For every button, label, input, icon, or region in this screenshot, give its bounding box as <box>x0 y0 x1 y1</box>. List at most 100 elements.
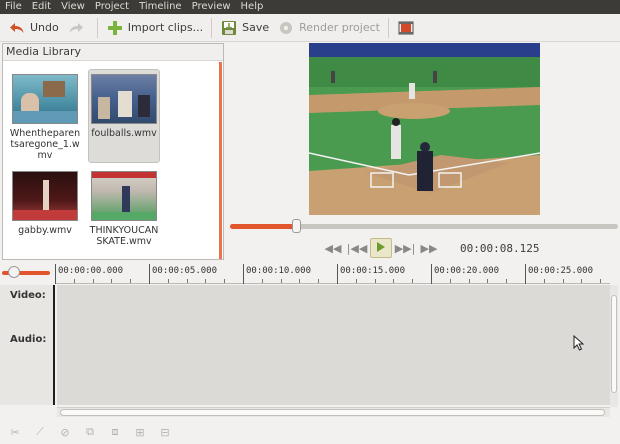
video-preview <box>309 43 540 215</box>
menu-project[interactable]: Project <box>90 0 134 14</box>
playback-progress-bar[interactable] <box>230 219 618 233</box>
transport-controls: ◀◀ |◀◀ ▶▶| ▶▶ 00:00:08.125 <box>322 238 539 258</box>
previous-frame-button[interactable]: |◀◀ <box>346 238 368 258</box>
rewind-button[interactable]: ◀◀ <box>322 238 344 258</box>
clip-item-selected[interactable]: foulballs.wmv <box>88 69 160 163</box>
redo-icon <box>67 19 85 37</box>
fast-forward-icon: ▶▶ <box>420 241 438 255</box>
undo-button[interactable]: Undo <box>4 16 63 40</box>
playback-progress-handle[interactable] <box>291 219 301 233</box>
ruler-minor-tick <box>261 279 263 283</box>
split-tool-button[interactable]: ✂ <box>4 424 26 440</box>
ruler-minor-tick <box>318 279 320 283</box>
ruler-minor-tick <box>186 279 188 283</box>
menu-timeline[interactable]: Timeline <box>134 0 187 14</box>
undo-icon <box>8 19 26 37</box>
audio-track-label: Audio: <box>10 334 47 345</box>
render-project-label: Render project <box>299 21 380 34</box>
timeline-track-area[interactable] <box>57 285 610 405</box>
unlink-button[interactable]: ⧉ <box>79 424 101 440</box>
group-button[interactable]: ⊞ <box>129 424 151 440</box>
no-entry-icon: ⊘ <box>60 425 70 439</box>
timeline-horizontal-scrollbar[interactable] <box>57 407 610 417</box>
delete-button[interactable]: ⊘ <box>54 424 76 440</box>
menu-edit[interactable]: Edit <box>27 0 56 14</box>
playback-progress-fill <box>230 224 296 229</box>
clip-item[interactable]: THINKYOUCANSKATE.wmv <box>88 171 160 247</box>
mouse-pointer-icon <box>573 334 585 354</box>
ruler-minor-tick <box>111 279 113 283</box>
razor-tool-button[interactable]: ⟋ <box>29 424 51 440</box>
clip-thumbnail <box>91 171 157 221</box>
ruler-tick-label: 00:00:05.000 <box>152 266 218 276</box>
library-scroll-indicator <box>219 62 222 259</box>
toolbar-separator <box>96 17 98 38</box>
razor-icon: ⟋ <box>36 425 44 438</box>
ruler-minor-tick <box>487 279 489 283</box>
ruler-minor-tick <box>543 279 545 283</box>
ruler-minor-tick <box>205 279 207 283</box>
import-clips-button[interactable]: Import clips... <box>102 16 207 40</box>
play-button[interactable] <box>370 238 392 258</box>
group-icon: ⊞ <box>135 425 145 439</box>
clip-thumbnail <box>12 74 78 124</box>
plus-icon <box>106 19 124 37</box>
ruler-minor-tick <box>600 279 602 283</box>
render-project-button[interactable]: Render project <box>273 16 384 40</box>
fast-forward-button[interactable]: ▶▶ <box>418 238 440 258</box>
clip-item[interactable]: Whentheparentsaregone_1.wmv <box>9 74 81 161</box>
timeline-ruler[interactable]: 00:00:00.000 00:00:05.000 00:00:10.000 0… <box>55 264 610 284</box>
skip-back-icon: |◀◀ <box>346 241 368 255</box>
ruler-tick: 00:00:05.000 <box>149 264 217 284</box>
menu-view[interactable]: View <box>56 0 90 14</box>
save-icon <box>220 19 238 37</box>
scrollbar-thumb[interactable] <box>611 295 617 393</box>
clip-thumbnail <box>12 171 78 221</box>
ruler-minor-tick <box>393 279 395 283</box>
ruler-tick-label: 00:00:00.000 <box>58 266 124 276</box>
ruler-tick: 00:00:10.000 <box>243 264 311 284</box>
skip-forward-icon: ▶▶| <box>394 241 416 255</box>
next-frame-button[interactable]: ▶▶| <box>394 238 416 258</box>
play-icon <box>376 241 386 256</box>
save-button[interactable]: Save <box>216 16 273 40</box>
fullscreen-button[interactable] <box>393 16 423 40</box>
ruler-minor-tick <box>92 279 94 283</box>
rewind-icon: ◀◀ <box>324 241 342 255</box>
clip-item[interactable]: gabby.wmv <box>9 171 81 236</box>
zoom-slider-handle[interactable] <box>8 266 20 278</box>
ungroup-button[interactable]: ⊟ <box>154 424 176 440</box>
menubar: File Edit View Project Timeline Preview … <box>0 0 620 14</box>
ruler-minor-tick <box>355 279 357 283</box>
clip-name: THINKYOUCANSKATE.wmv <box>89 225 159 247</box>
ruler-minor-tick <box>562 279 564 283</box>
ruler-minor-tick <box>412 279 414 283</box>
ruler-minor-tick <box>581 279 583 283</box>
ruler-minor-tick <box>130 279 132 283</box>
toolbar: Undo Import clips... Save Render project <box>0 14 620 42</box>
menu-file[interactable]: File <box>0 0 27 14</box>
ruler-tick: 00:00:00.000 <box>55 264 123 284</box>
media-library-title: Media Library <box>3 44 223 61</box>
ruler-tick-label: 00:00:25.000 <box>528 266 594 276</box>
render-icon <box>277 19 295 37</box>
undo-label: Undo <box>30 21 59 34</box>
scrollbar-thumb[interactable] <box>60 409 605 416</box>
ungroup-icon: ⊟ <box>160 425 170 439</box>
menu-preview[interactable]: Preview <box>187 0 236 14</box>
clip-thumbnail <box>91 74 157 124</box>
timeline-vertical-scrollbar[interactable] <box>610 285 618 407</box>
menu-help[interactable]: Help <box>236 0 269 14</box>
redo-button[interactable] <box>63 16 93 40</box>
timecode-display: 00:00:08.125 <box>460 241 540 255</box>
toolbar-separator <box>211 17 213 38</box>
clip-name: foulballs.wmv <box>91 128 157 139</box>
link-button[interactable]: ⧈ <box>104 424 126 440</box>
ruler-minor-tick <box>299 279 301 283</box>
ruler-minor-tick <box>506 279 508 283</box>
ruler-tick-label: 00:00:15.000 <box>340 266 406 276</box>
timeline-zoom-slider[interactable] <box>2 266 50 278</box>
ruler-minor-tick <box>374 279 376 283</box>
media-library-panel: Media Library Whentheparentsaregone_1.wm… <box>2 43 224 260</box>
track-labels: Video: Audio: <box>0 285 55 405</box>
